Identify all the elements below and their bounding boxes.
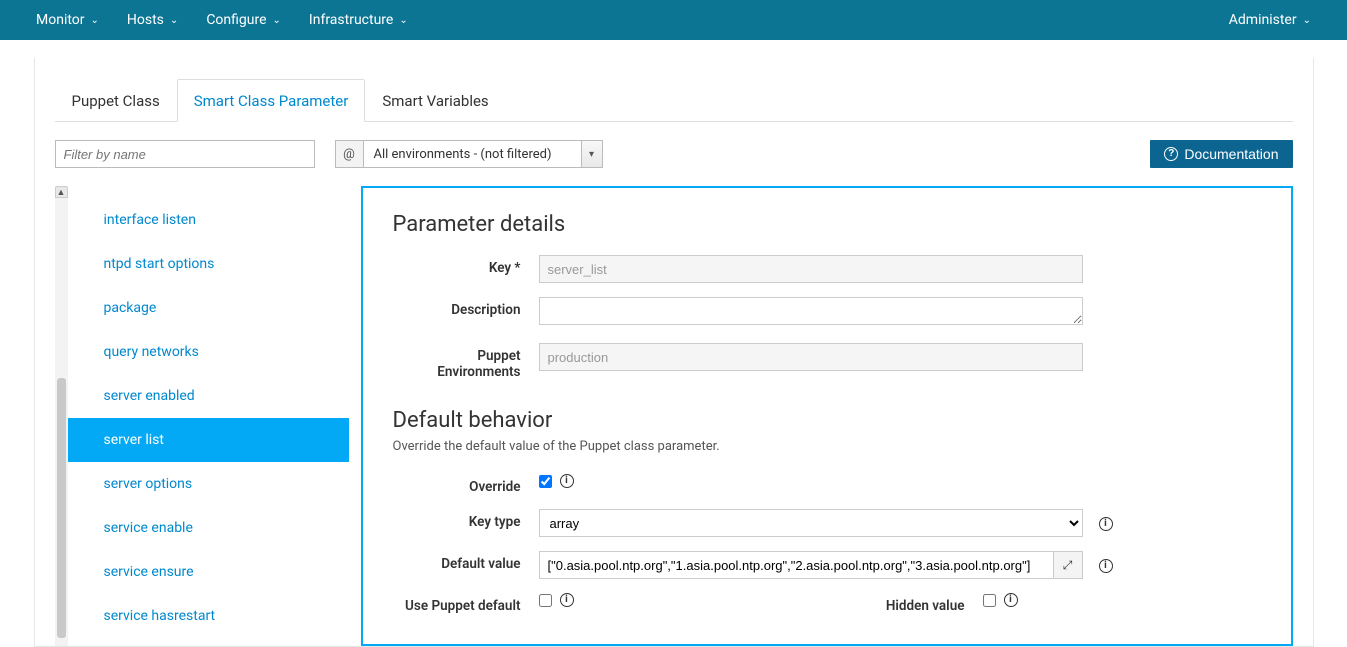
button-label: Documentation xyxy=(1184,146,1278,162)
sidebar-item-service-enable[interactable]: service enable xyxy=(68,506,349,550)
nav-configure[interactable]: Configure ⌄ xyxy=(194,2,293,38)
expand-button[interactable]: ⤢ xyxy=(1053,551,1083,579)
top-nav: Monitor ⌄ Hosts ⌄ Configure ⌄ Infrastructur… xyxy=(0,0,1347,40)
info-icon[interactable]: i xyxy=(1099,559,1113,573)
help-icon: ? xyxy=(1164,147,1178,161)
scrollbar-thumb[interactable] xyxy=(57,378,66,638)
tab-puppet-class[interactable]: Puppet Class xyxy=(55,79,177,122)
sidebar-item-interface-listen[interactable]: interface listen xyxy=(68,198,349,242)
row-default-value: Default value ⤢ i xyxy=(393,551,1261,579)
label-key-type: Key type xyxy=(393,509,539,530)
nav-label: Monitor xyxy=(36,12,85,28)
sidebar-item-server-options[interactable]: server options xyxy=(68,462,349,506)
key-input xyxy=(539,255,1083,283)
label-hidden-value: Hidden value xyxy=(851,593,983,614)
sidebar-item-query-networks[interactable]: query networks xyxy=(68,330,349,374)
row-override: Override i xyxy=(393,474,1261,495)
top-nav-right: Administer ⌄ xyxy=(1217,2,1323,38)
nav-label: Hosts xyxy=(127,12,164,28)
nav-label: Administer xyxy=(1229,12,1297,28)
toolbar-row: @ All environments - (not filtered) ▾ ? … xyxy=(55,140,1293,168)
label-puppet-environments: Puppet Environments xyxy=(393,343,539,380)
info-icon[interactable]: i xyxy=(560,593,574,607)
row-puppet-environments: Puppet Environments xyxy=(393,343,1261,380)
nav-hosts[interactable]: Hosts ⌄ xyxy=(115,2,190,38)
section-default-behavior-sub: Override the default value of the Puppet… xyxy=(393,439,1261,454)
environment-dropdown-toggle[interactable]: ▾ xyxy=(581,140,603,168)
puppet-environments-input xyxy=(539,343,1083,371)
top-nav-left: Monitor ⌄ Hosts ⌄ Configure ⌄ Infrastructur… xyxy=(24,2,420,38)
filter-input[interactable] xyxy=(55,140,315,168)
page-container: Puppet Class Smart Class Parameter Smart… xyxy=(34,58,1314,647)
scroll-up-button[interactable]: ▲ xyxy=(55,186,68,198)
body-row: ▲ interface listen ntpd start options pa… xyxy=(55,186,1293,646)
nav-label: Configure xyxy=(206,12,266,28)
row-hidden-value: Hidden value i xyxy=(851,593,1261,614)
chevron-down-icon: ⌄ xyxy=(399,15,407,26)
info-icon[interactable]: i xyxy=(1099,517,1113,531)
environment-select[interactable]: All environments - (not filtered) xyxy=(363,140,581,168)
hidden-value-checkbox[interactable] xyxy=(983,594,996,607)
info-icon[interactable]: i xyxy=(1004,593,1018,607)
environment-selector: @ All environments - (not filtered) ▾ xyxy=(335,140,603,168)
scrollbar[interactable] xyxy=(55,198,68,646)
default-value-input[interactable] xyxy=(539,551,1053,579)
documentation-button[interactable]: ? Documentation xyxy=(1150,140,1292,168)
parameter-list: interface listen ntpd start options pack… xyxy=(68,198,349,646)
section-default-behavior: Default behavior xyxy=(393,408,1261,433)
scroll-area: interface listen ntpd start options pack… xyxy=(55,198,349,646)
nav-administer[interactable]: Administer ⌄ xyxy=(1217,2,1323,38)
section-parameter-details: Parameter details xyxy=(393,212,1261,237)
row-key-type: Key type array i xyxy=(393,509,1261,537)
description-input[interactable] xyxy=(539,297,1083,325)
row-puppet-hidden: Use Puppet default i Hidden value i xyxy=(393,593,1261,614)
chevron-down-icon: ⌄ xyxy=(1303,15,1311,26)
sidebar: ▲ interface listen ntpd start options pa… xyxy=(55,186,349,646)
nav-label: Infrastructure xyxy=(309,12,393,28)
nav-monitor[interactable]: Monitor ⌄ xyxy=(24,2,111,38)
parameter-panel: Parameter details Key * Description Pupp… xyxy=(361,186,1293,646)
sidebar-item-server-enabled[interactable]: server enabled xyxy=(68,374,349,418)
chevron-down-icon: ⌄ xyxy=(91,15,99,26)
tab-smart-variables[interactable]: Smart Variables xyxy=(365,79,505,122)
nav-infrastructure[interactable]: Infrastructure ⌄ xyxy=(297,2,420,38)
info-icon[interactable]: i xyxy=(560,474,574,488)
label-use-puppet-default: Use Puppet default xyxy=(393,593,539,614)
sidebar-item-package[interactable]: package xyxy=(68,286,349,330)
sidebar-item-service-ensure[interactable]: service ensure xyxy=(68,550,349,594)
tabs-bar: Puppet Class Smart Class Parameter Smart… xyxy=(55,78,1293,122)
row-use-puppet-default: Use Puppet default i xyxy=(393,593,803,614)
sidebar-item-service-hasrestart[interactable]: service hasrestart xyxy=(68,594,349,638)
sidebar-item-ntpd-start-options[interactable]: ntpd start options xyxy=(68,242,349,286)
sidebar-item-server-list[interactable]: server list xyxy=(68,418,349,462)
label-default-value: Default value xyxy=(393,551,539,572)
row-key: Key * xyxy=(393,255,1261,283)
tab-smart-class-parameter[interactable]: Smart Class Parameter xyxy=(177,79,366,122)
use-puppet-default-checkbox[interactable] xyxy=(539,594,552,607)
key-type-select[interactable]: array xyxy=(539,509,1083,537)
chevron-down-icon: ⌄ xyxy=(273,15,281,26)
override-checkbox[interactable] xyxy=(539,475,552,488)
label-description: Description xyxy=(393,297,539,318)
label-override: Override xyxy=(393,474,539,495)
label-key: Key * xyxy=(393,255,539,276)
chevron-down-icon: ⌄ xyxy=(170,15,178,26)
at-icon: @ xyxy=(335,140,363,168)
row-description: Description xyxy=(393,297,1261,329)
expand-icon: ⤢ xyxy=(1063,558,1073,573)
